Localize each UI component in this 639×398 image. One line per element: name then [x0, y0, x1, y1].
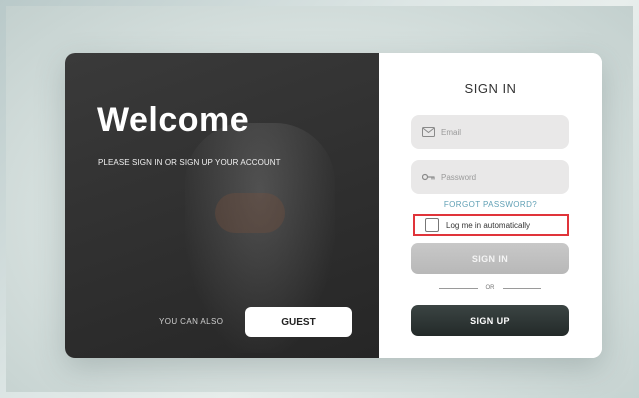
- or-divider: OR: [439, 283, 541, 293]
- guest-button[interactable]: GUEST: [245, 307, 352, 337]
- divider-line-left: [439, 287, 478, 289]
- remember-me-label[interactable]: Log me in automatically: [446, 221, 530, 230]
- background-photo-hands: [215, 193, 285, 233]
- key-icon: [421, 172, 435, 182]
- background: Welcome PLEASE SIGN IN OR SIGN UP YOUR A…: [6, 6, 633, 392]
- email-placeholder: Email: [441, 127, 462, 137]
- login-card: Welcome PLEASE SIGN IN OR SIGN UP YOUR A…: [65, 53, 602, 358]
- welcome-subtitle: PLEASE SIGN IN OR SIGN UP YOUR ACCOUNT: [98, 158, 281, 167]
- email-field[interactable]: Email: [411, 115, 569, 149]
- signup-button[interactable]: SIGN UP: [411, 305, 569, 336]
- password-placeholder: Password: [441, 172, 477, 182]
- signin-panel: SIGN IN Email Password FORGOT PASSWORD? …: [379, 53, 602, 358]
- welcome-heading: Welcome: [97, 101, 250, 139]
- divider-line-right: [502, 287, 541, 289]
- forgot-password-link[interactable]: FORGOT PASSWORD?: [379, 200, 602, 209]
- you-can-also-text: YOU CAN ALSO: [159, 317, 224, 326]
- remember-me-checkbox[interactable]: [425, 218, 439, 232]
- signin-button[interactable]: SIGN IN: [411, 243, 569, 274]
- password-field[interactable]: Password: [411, 160, 569, 194]
- welcome-panel: Welcome PLEASE SIGN IN OR SIGN UP YOUR A…: [65, 53, 379, 358]
- signin-title: SIGN IN: [464, 81, 517, 96]
- envelope-icon: [421, 127, 435, 137]
- remember-me-highlight: Log me in automatically: [413, 214, 569, 236]
- or-label: OR: [485, 285, 495, 291]
